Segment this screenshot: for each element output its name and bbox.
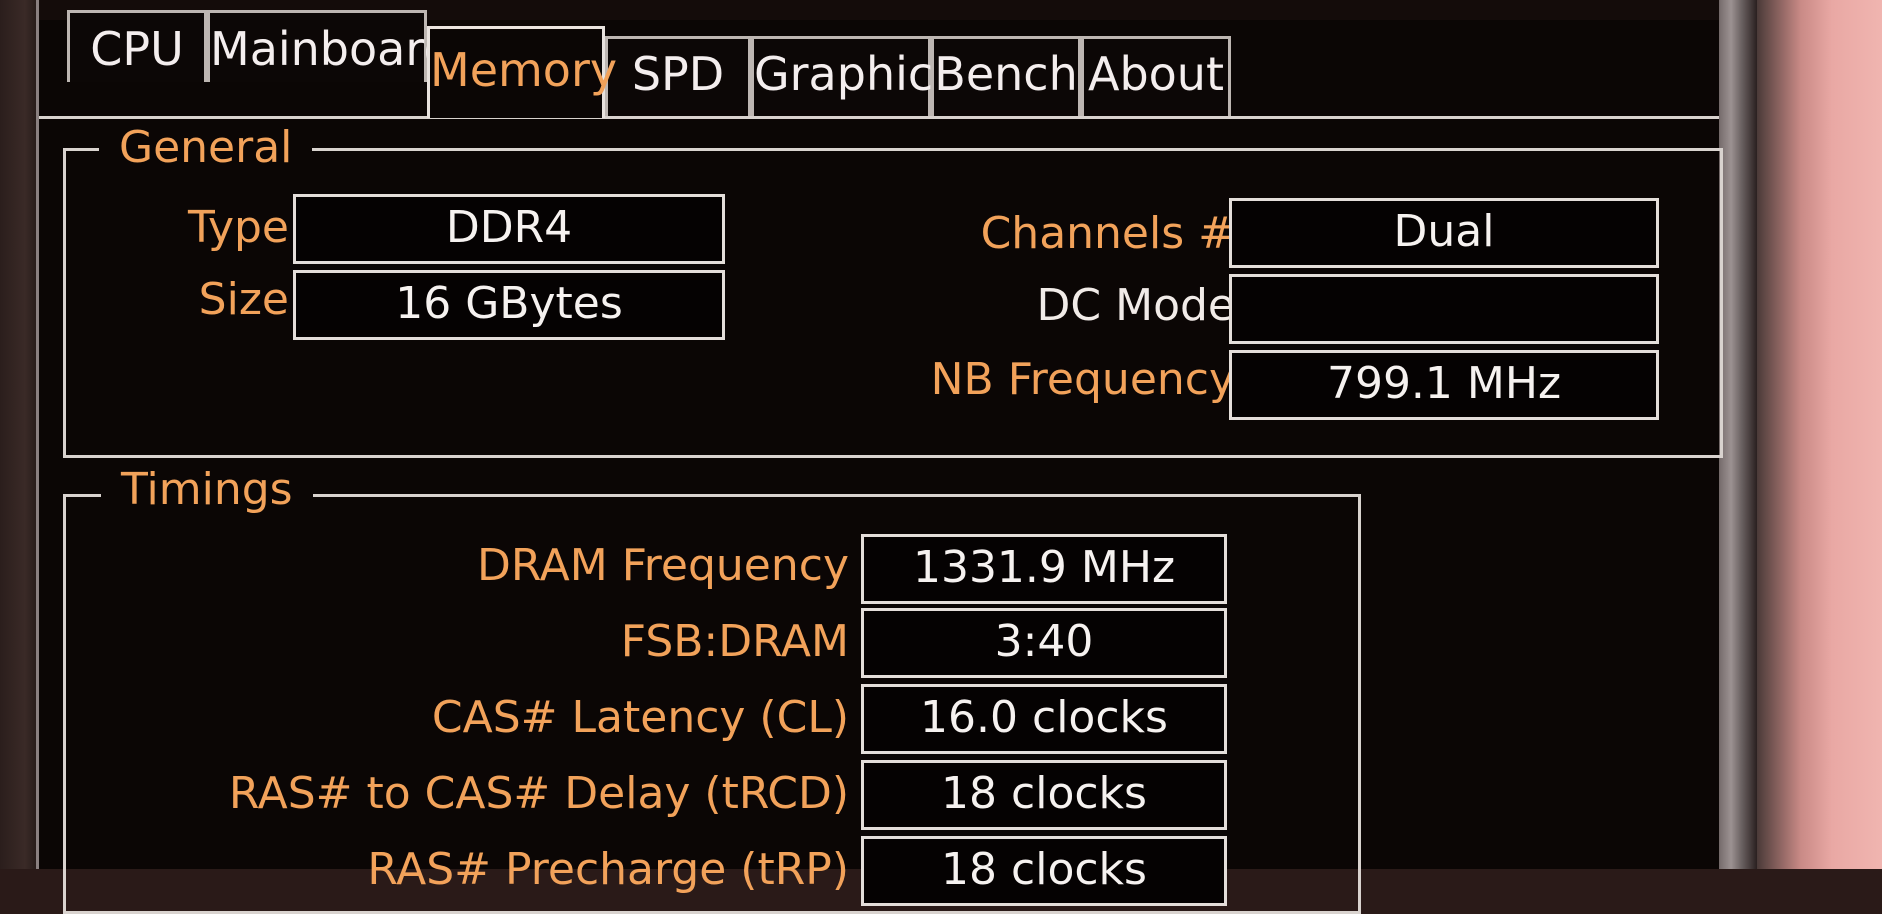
tab-about[interactable]: About	[1081, 36, 1231, 116]
tRP-label: RAS# Precharge (tRP)	[367, 844, 849, 895]
fsb-dram-label: FSB:DRAM	[620, 616, 849, 667]
size-label: Size	[198, 274, 289, 325]
dcmode-field	[1229, 274, 1659, 344]
tRP-field: 18 clocks	[861, 836, 1227, 906]
fsb-dram-field: 3:40	[861, 608, 1227, 678]
cpuz-window: CPU Mainboard Memory SPD Graphics Bench …	[36, 0, 1723, 914]
tab-divider	[39, 116, 1719, 119]
nbfreq-label: NB Frequency	[930, 354, 1235, 405]
dram-frequency-label: DRAM Frequency	[476, 540, 849, 591]
tab-graphics[interactable]: Graphics	[751, 36, 957, 116]
tRCD-label: RAS# to CAS# Delay (tRCD)	[228, 768, 849, 819]
timings-title: Timings	[101, 466, 313, 514]
tab-memory[interactable]: Memory	[427, 26, 617, 118]
channels-label: Channels #	[980, 208, 1235, 259]
general-title: General	[99, 124, 313, 172]
tab-spd[interactable]: SPD	[605, 36, 751, 116]
dcmode-label: DC Mode	[1036, 280, 1235, 331]
cas-latency-field: 16.0 clocks	[861, 684, 1227, 754]
channels-field: Dual	[1229, 198, 1659, 268]
tab-bench[interactable]: Bench	[931, 36, 1081, 116]
type-label: Type	[187, 202, 289, 253]
type-field: DDR4	[293, 194, 725, 264]
tab-cpu[interactable]: CPU	[67, 10, 207, 82]
nbfreq-field: 799.1 MHz	[1229, 350, 1659, 420]
size-field: 16 GBytes	[293, 270, 725, 340]
tab-mainboard[interactable]: Mainboard	[207, 10, 453, 82]
tRCD-field: 18 clocks	[861, 760, 1227, 830]
cas-latency-label: CAS# Latency (CL)	[431, 692, 849, 743]
dram-frequency-field: 1331.9 MHz	[861, 534, 1227, 604]
outside-area	[1757, 0, 1882, 869]
